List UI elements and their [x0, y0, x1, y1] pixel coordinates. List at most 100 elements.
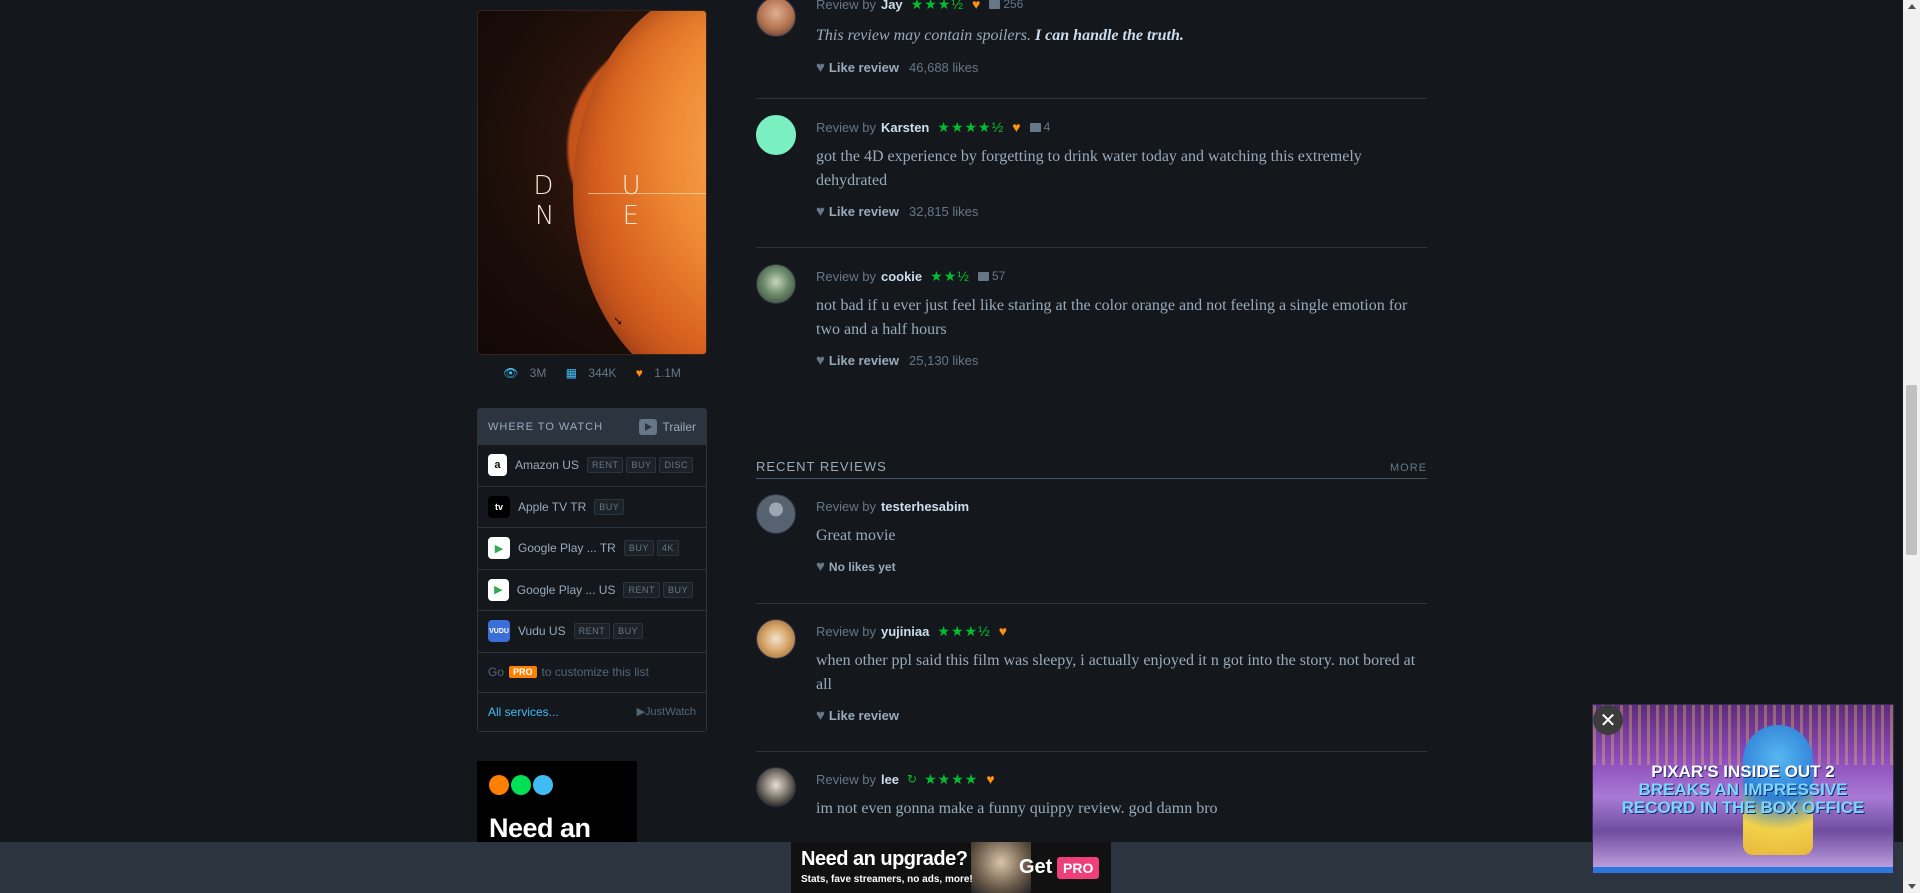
review-author[interactable]: Karsten [881, 120, 929, 135]
buy-tag[interactable]: BUY [623, 540, 654, 557]
like-review-button[interactable]: ♥ Like review [816, 707, 899, 724]
review-likes: ♥ Like review 32,815 likes [816, 203, 1427, 220]
ad-subline: Stats, fave streamers, no ads, more! [801, 874, 973, 885]
service-apple-tv-tr[interactable]: tv Apple TV TR BUY [478, 487, 706, 528]
likes-count[interactable]: 25,130 likes [909, 353, 978, 368]
like-review-label: Like review [828, 353, 900, 368]
review-attribution: Review by yujiniaa ★★★½ ♥ [816, 622, 1427, 640]
more-reviews-link[interactable]: MORE [1390, 462, 1427, 474]
grid-icon: ▦ [565, 366, 578, 380]
like-review-button[interactable]: ♥ Like review [816, 203, 899, 220]
rent-tag[interactable]: RENT [623, 581, 660, 598]
comment-count: 256 [1003, 0, 1024, 11]
google-play-logo-icon: ▶ [488, 537, 510, 560]
likes-count[interactable]: 32,815 likes [909, 204, 978, 219]
service-name: Apple TV TR [518, 499, 587, 514]
buy-tag[interactable]: BUY [613, 623, 644, 640]
review-likes: ♥ Like review 46,688 likes [816, 59, 1427, 76]
avatar[interactable] [756, 767, 796, 807]
where-to-watch-header: WHERE TO WATCH Trailer [478, 409, 706, 445]
scrollbar-thumb[interactable] [1906, 385, 1917, 555]
comments-link[interactable]: 256 [989, 0, 1023, 11]
review-author[interactable]: cookie [881, 269, 922, 284]
service-name: Vudu US [518, 624, 566, 639]
rating-stars: ★★½ [930, 267, 970, 284]
like-review-button[interactable]: ♥ No likes yet [816, 558, 896, 575]
buy-tag[interactable]: BUY [662, 581, 693, 598]
like-review-button[interactable]: ♥ Like review [816, 59, 899, 76]
where-to-watch-heading: WHERE TO WATCH [488, 421, 604, 433]
review-likes: ♥ Like review [816, 707, 1427, 724]
review-by-label: Review by [816, 771, 876, 787]
close-icon[interactable]: ✕ [1593, 705, 1623, 735]
heart-icon: ♥ [816, 707, 825, 724]
avatar[interactable] [756, 619, 796, 659]
recent-reviews-title[interactable]: RECENT REVIEWS [756, 459, 887, 474]
lists-stat[interactable]: ▦ 344K [562, 366, 621, 380]
no-likes-label: No likes yet [828, 559, 896, 574]
review-item: Review by yujiniaa ★★★½ ♥ when other ppl… [756, 604, 1427, 752]
liked-heart-icon: ♥ [998, 623, 1008, 639]
upgrade-banner-ad[interactable]: Need an upgrade? Stats, fave streamers, … [791, 842, 1111, 893]
review-by-label: Review by [816, 119, 876, 135]
comments-link[interactable]: 57 [977, 269, 1005, 283]
pro-badge[interactable]: PRO [509, 666, 537, 678]
ad-pro-badge[interactable]: PRO [1057, 857, 1100, 879]
all-services-link[interactable]: All services... [488, 705, 559, 719]
likes-stat[interactable]: ♥ 1.1M [632, 366, 685, 380]
review-likes: ♥ No likes yet [816, 558, 1427, 575]
avatar[interactable] [756, 494, 796, 534]
buy-tag[interactable]: BUY [626, 457, 657, 474]
review-likes: ♥ Like review 25,130 likes [816, 352, 1427, 369]
trailer-button[interactable]: Trailer [639, 419, 696, 435]
rent-tag[interactable]: RENT [586, 457, 624, 474]
service-vudu-us[interactable]: VUDU Vudu US RENT BUY [478, 611, 706, 653]
poster-ornithopter: ➘ [613, 314, 624, 328]
film-stats: 👁 3M ▦ 344K ♥ 1.1M [477, 366, 707, 380]
ad-headline-line1: PIXAR'S INSIDE OUT 2 [1651, 762, 1835, 781]
likes-count[interactable]: 46,688 likes [909, 60, 978, 75]
go-pro-suffix: to customize this list [541, 665, 649, 679]
review-author[interactable]: Jay [881, 0, 903, 12]
rent-tag[interactable]: RENT [573, 623, 611, 640]
google-play-logo-icon: ▶ [488, 578, 509, 601]
watched-stat[interactable]: 👁 3M [499, 366, 550, 380]
like-review-label: Like review [828, 204, 900, 219]
review-item: Review by Jay ★★★½ ♥ 256 This review may… [756, 0, 1427, 99]
film-poster[interactable]: D U N E ➘ [477, 10, 707, 355]
disc-tag[interactable]: DISC [659, 457, 693, 474]
reveal-spoiler-link[interactable]: I can handle the truth. [1035, 27, 1184, 44]
rewatch-icon: ↻ [907, 772, 919, 786]
review-text: when other ppl said this film was sleepy… [816, 652, 1416, 693]
4k-tag[interactable]: 4K [656, 540, 679, 557]
ad-get-label: Get [1019, 856, 1053, 878]
apple-tv-logo-icon: tv [488, 495, 510, 518]
review-attribution: Review by lee ↻ ★★★★ ♥ [816, 770, 1427, 788]
scroll-down-arrow-icon[interactable] [1908, 884, 1916, 889]
liked-heart-icon: ♥ [986, 771, 995, 787]
avatar[interactable] [756, 0, 796, 37]
like-review-button[interactable]: ♥ Like review [816, 352, 899, 369]
review-author[interactable]: lee [881, 772, 899, 787]
justwatch-link[interactable]: ▶JustWatch [637, 705, 696, 718]
heart-icon: ♥ [816, 558, 825, 575]
page-scrollbar[interactable] [1903, 0, 1920, 893]
review-attribution: Review by testerhesabim [816, 497, 1427, 515]
where-to-watch-panel: WHERE TO WATCH Trailer a Amazon US RENT … [477, 408, 707, 732]
review-by-label: Review by [816, 0, 876, 12]
heart-icon: ♥ [816, 352, 825, 369]
review-item: Review by cookie ★★½ 57 not bad if u eve… [756, 248, 1427, 388]
service-google-play-us[interactable]: ▶ Google Play ... US RENT BUY [478, 570, 706, 611]
buy-tag[interactable]: BUY [594, 498, 625, 515]
review-author[interactable]: testerhesabim [881, 499, 969, 514]
promo-text: Need an [489, 813, 591, 843]
review-author[interactable]: yujiniaa [881, 624, 929, 639]
scroll-up-arrow-icon[interactable] [1908, 4, 1916, 9]
avatar[interactable] [756, 264, 796, 304]
comments-link[interactable]: 4 [1029, 120, 1050, 134]
floating-video-ad[interactable]: PIXAR'S INSIDE OUT 2 BREAKS AN IMPRESSIV… [1592, 704, 1894, 874]
service-amazon-us[interactable]: a Amazon US RENT BUY DISC [478, 445, 706, 487]
review-item: Review by lee ↻ ★★★★ ♥ im not even gonna… [756, 752, 1427, 852]
avatar[interactable] [756, 115, 796, 155]
service-google-play-tr[interactable]: ▶ Google Play ... TR BUY 4K [478, 528, 706, 570]
